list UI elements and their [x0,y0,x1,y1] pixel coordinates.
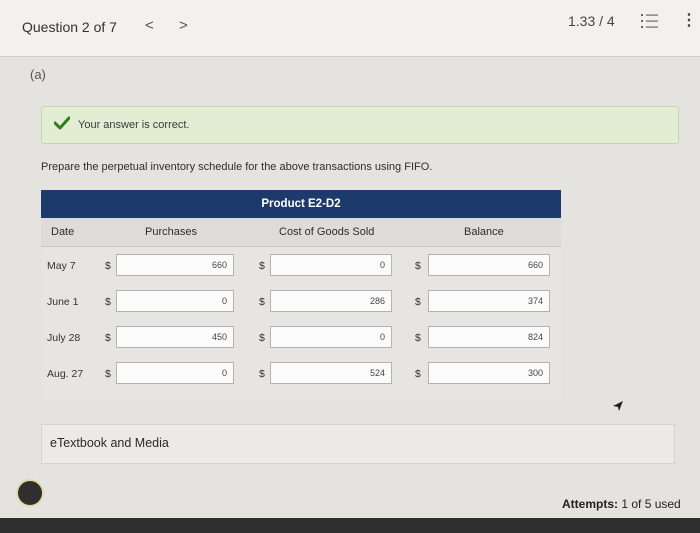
next-question-button[interactable]: > [179,17,188,34]
row-date: June 1 [47,296,79,308]
etextbook-media-label: eTextbook and Media [50,436,169,450]
question-prompt: Prepare the perpetual inventory schedule… [41,161,433,173]
currency-symbol: $ [105,368,111,380]
purchases-input[interactable]: 660 [116,254,234,276]
mouse-cursor-icon [613,401,623,411]
bottom-edge [0,518,700,533]
currency-symbol: $ [415,260,421,272]
question-label: Question 2 of 7 [22,19,117,35]
currency-symbol: $ [105,332,111,344]
column-header-row: Date Purchases Cost of Goods Sold Balanc… [41,218,561,247]
row-date: May 7 [47,260,76,272]
purchases-input[interactable]: 0 [116,362,234,384]
col-header-balance: Balance [464,226,504,238]
more-options-icon[interactable]: ⋮ [681,10,697,30]
accessibility-icon[interactable] [16,479,44,507]
prev-question-button[interactable]: < [145,17,154,34]
etextbook-media-panel[interactable]: eTextbook and Media [41,424,675,464]
col-header-date: Date [51,226,75,238]
currency-symbol: $ [415,368,421,380]
cogs-input[interactable]: 0 [270,326,392,348]
part-label: (a) [30,67,46,82]
currency-symbol: $ [415,296,421,308]
col-header-purchases: Purchases [145,226,197,238]
currency-symbol: $ [105,296,111,308]
currency-symbol: $ [415,332,421,344]
balance-input[interactable]: 374 [428,290,550,312]
row-date: July 28 [47,332,81,344]
currency-symbol: $ [259,332,265,344]
feedback-banner: Your answer is correct. [41,106,679,144]
attempts-value: 1 of 5 used [621,497,681,511]
col-header-cogs: Cost of Goods Sold [279,226,375,238]
score-display: 1.33 / 4 [568,13,615,29]
balance-input[interactable]: 824 [428,326,550,348]
question-header: Question 2 of 7 < > 1.33 / 4 ⋮ [0,0,700,57]
product-header: Product E2-D2 [41,190,561,218]
table-row: May 7 $ 660 $ 0 $ 660 [41,252,561,282]
cogs-input[interactable]: 286 [270,290,392,312]
checkmark-icon [54,116,70,130]
balance-input[interactable]: 300 [428,362,550,384]
attempts-display: Attempts: 1 of 5 used [562,497,681,511]
cogs-input[interactable]: 524 [270,362,392,384]
question-list-icon[interactable] [641,12,659,30]
currency-symbol: $ [105,260,111,272]
currency-symbol: $ [259,296,265,308]
currency-symbol: $ [259,260,265,272]
attempts-label: Attempts: [562,497,618,511]
table-row: June 1 $ 0 $ 286 $ 374 [41,288,561,318]
cogs-input[interactable]: 0 [270,254,392,276]
purchases-input[interactable]: 0 [116,290,234,312]
table-row: July 28 $ 450 $ 0 $ 824 [41,324,561,354]
balance-input[interactable]: 660 [428,254,550,276]
inventory-schedule-table: Product E2-D2 Date Purchases Cost of Goo… [41,190,561,400]
row-date: Aug. 27 [47,368,84,380]
feedback-message: Your answer is correct. [78,119,190,131]
table-row: Aug. 27 $ 0 $ 524 $ 300 [41,360,561,390]
currency-symbol: $ [259,368,265,380]
purchases-input[interactable]: 450 [116,326,234,348]
